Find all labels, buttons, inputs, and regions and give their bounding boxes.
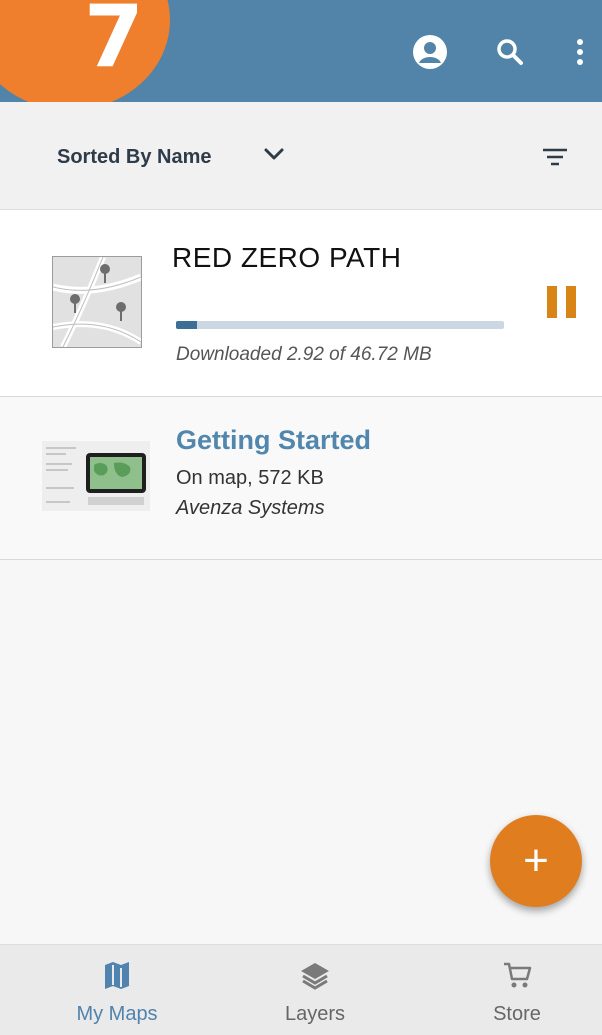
download-progress-bar [176,321,504,329]
map-list: RED ZERO PATH Downloaded 2.92 of 46.72 M… [0,210,602,560]
bottom-navigation: My Maps Layers Store [0,944,602,1035]
getting-started-thumbnail [42,441,150,511]
layers-icon [301,963,329,990]
filter-icon[interactable] [540,142,570,172]
list-item-map-red-zero-path[interactable]: RED ZERO PATH Downloaded 2.92 of 46.72 M… [0,210,602,397]
nav-item-store[interactable]: Store [417,945,602,1035]
chevron-down-icon[interactable] [262,142,286,166]
map-title: RED ZERO PATH [172,242,402,273]
search-icon[interactable] [490,32,530,72]
map-icon [105,962,129,989]
pause-icon [547,286,576,318]
list-item-map-getting-started[interactable]: Getting Started On map, 572 KB Avenza Sy… [0,397,602,560]
pause-download-button[interactable] [544,284,580,320]
more-vert-icon[interactable] [560,32,600,72]
download-status: Downloaded 2.92 of 46.72 MB [176,344,432,365]
step-number: 7 [84,0,144,87]
nav-item-layers[interactable]: Layers [215,945,415,1035]
cart-icon [504,962,532,988]
nav-label: Store [493,1003,541,1025]
map-author: Avenza Systems [176,497,325,519]
nav-label: Layers [284,1003,346,1025]
nav-item-my-maps[interactable]: My Maps [17,945,217,1035]
download-progress-fill [176,321,197,329]
map-meta: On map, 572 KB [176,467,324,489]
map-thumbnail [52,255,143,349]
my-maps-screen: ps 7 [0,0,602,1035]
sort-bar: Sorted By Name [0,102,602,210]
account-circle-icon[interactable] [410,32,450,72]
app-header: ps 7 [0,0,602,110]
map-title: Getting Started [176,425,372,455]
add-map-button[interactable]: + [490,815,582,907]
sort-label[interactable]: Sorted By Name [57,146,212,169]
nav-label: My Maps [76,1003,158,1025]
step-badge: 7 [0,0,170,110]
